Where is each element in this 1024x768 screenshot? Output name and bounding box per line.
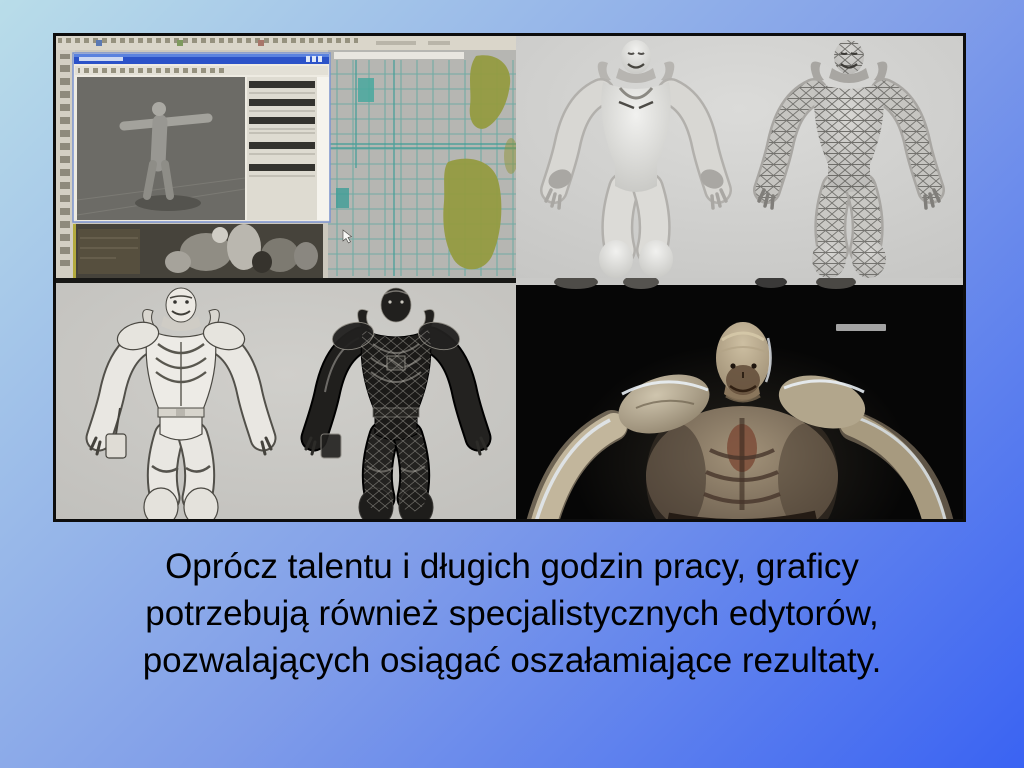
- uv-texture-panel: [328, 50, 516, 278]
- properties-panel: [247, 77, 317, 220]
- toolbar-icons: [58, 38, 358, 47]
- editor-graphic: [56, 36, 516, 278]
- panel-smooth-and-wireframe-models: [516, 36, 963, 278]
- editor-side-toolbar: [56, 50, 75, 278]
- final-render-graphic: [516, 278, 963, 519]
- hip-pouch: [105, 433, 127, 459]
- editor-toolbar: [56, 36, 516, 50]
- collage-image: [53, 33, 966, 522]
- window-controls: [306, 56, 322, 62]
- caption-line-2: potrzebują również specjalistycznych edy…: [145, 594, 879, 633]
- window-title: [79, 57, 123, 61]
- panel-3d-editor-screenshot: [56, 36, 516, 278]
- armored-models-graphic: [56, 278, 516, 519]
- floating-window: [72, 52, 331, 223]
- viewport-scene: [73, 224, 323, 278]
- caption-line-1: Oprócz talentu i długich godzin pracy, g…: [165, 547, 859, 586]
- uv-island-bottom: [443, 158, 502, 270]
- presentation-slide: Oprócz talentu i długich godzin pracy, g…: [0, 0, 1024, 768]
- watermark-label: [836, 324, 886, 331]
- panel-final-render: [516, 278, 963, 519]
- gray-models-graphic: [516, 36, 963, 278]
- sculpt-backdrop: [56, 278, 516, 519]
- caption: Oprócz talentu i długich godzin pracy, g…: [0, 543, 1024, 684]
- uv-ruler: [334, 52, 464, 59]
- viewport-3d: [76, 77, 246, 220]
- panel-armored-models: [56, 278, 516, 519]
- caption-line-3: pozwalających osiągać oszałamiające rezu…: [142, 641, 882, 680]
- model-backdrop: [516, 36, 963, 278]
